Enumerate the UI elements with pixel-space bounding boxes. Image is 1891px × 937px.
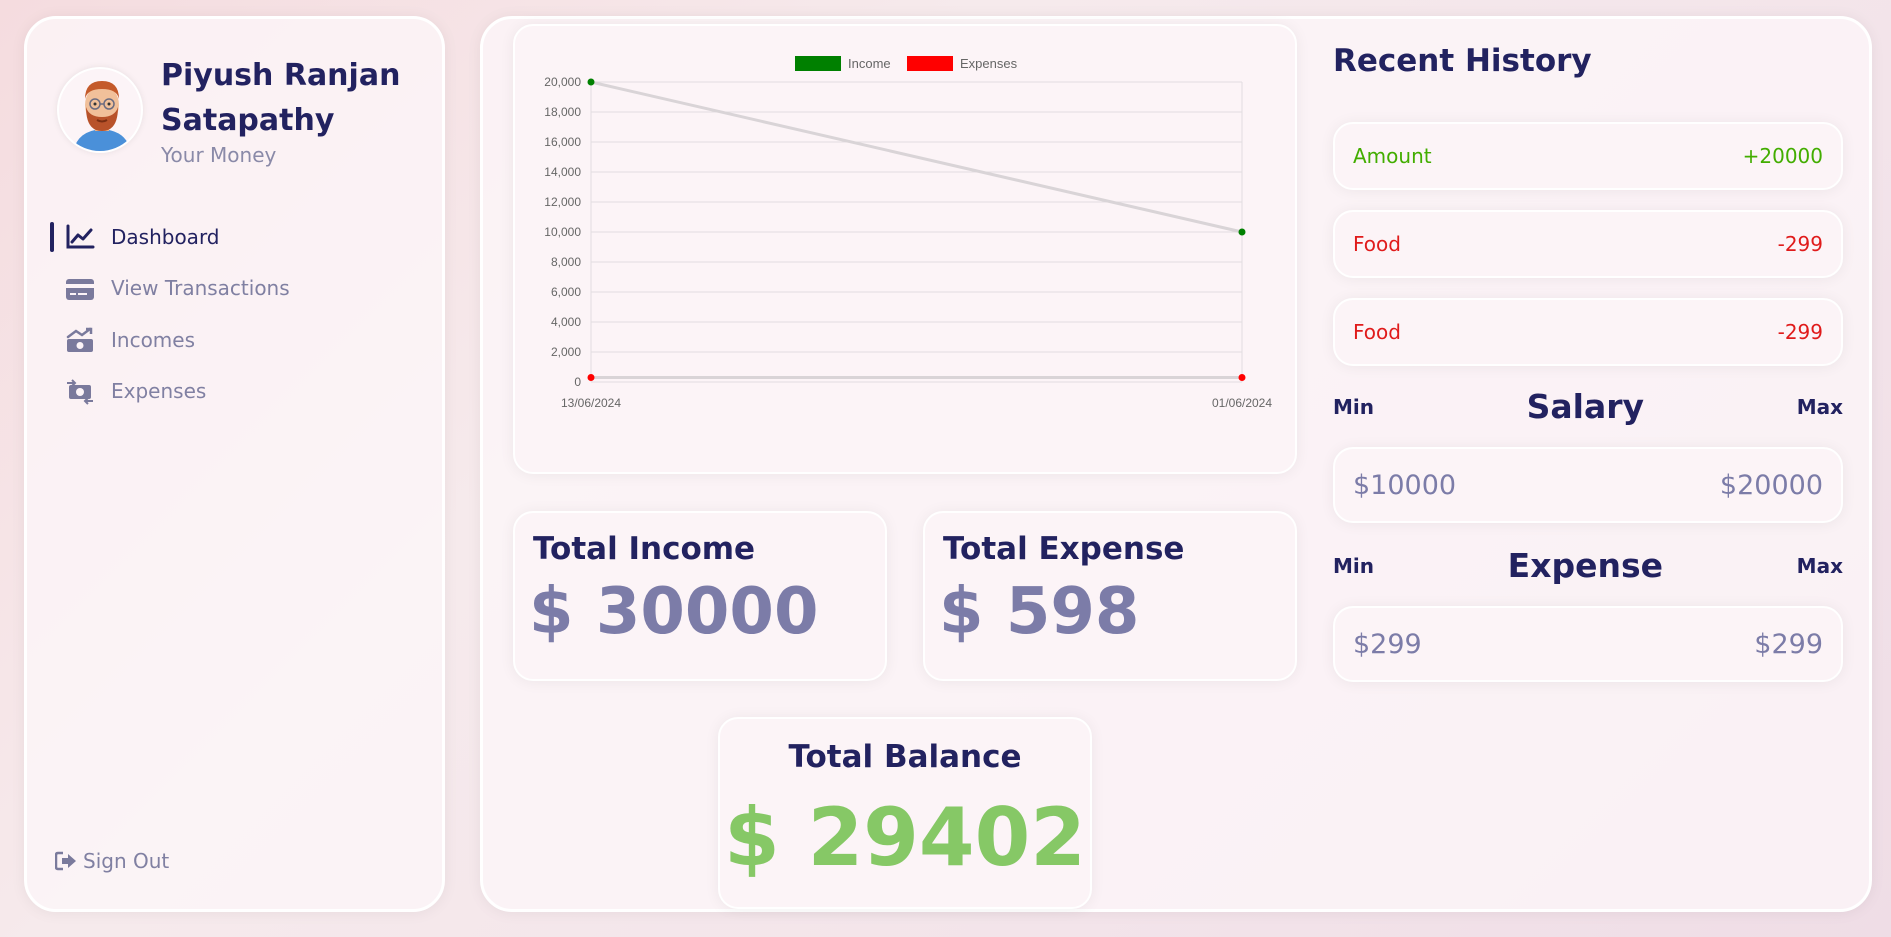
sign-out-button[interactable]: Sign Out — [55, 849, 169, 873]
chart-line-icon — [66, 224, 95, 249]
nav-item-label: Dashboard — [111, 224, 220, 249]
nav-item-label: View Transactions — [111, 276, 290, 301]
y-tick-label: 18,000 — [544, 105, 581, 119]
total-income-value: $ 30000 — [529, 575, 819, 649]
data-point — [1238, 374, 1246, 382]
y-tick-label: 8,000 — [551, 255, 581, 269]
salary-range-header: Min Salary Max — [1333, 387, 1843, 426]
y-tick-label: 16,000 — [544, 135, 581, 149]
money-trend-icon — [66, 327, 93, 352]
legend-swatch — [795, 56, 841, 71]
nav-item-dashboard[interactable]: Dashboard — [50, 211, 411, 263]
user-name: Piyush Ranjan Satapathy — [161, 58, 401, 138]
expense-max-value: $299 — [1754, 628, 1823, 660]
expense-max-label: Max — [1796, 553, 1843, 578]
nav-menu: Dashboard View Transactions Incomes Expe… — [50, 211, 411, 418]
chart-card: 0 2,000 4,000 6,000 8,000 10,000 12,000 14,000 1… — [513, 24, 1297, 474]
sign-out-label: Sign Out — [83, 849, 170, 873]
expense-range-header: Min Expense Max — [1333, 546, 1843, 585]
total-expense-card: Total Expense $ 598 — [923, 511, 1297, 681]
expense-min-label: Min — [1333, 553, 1374, 578]
data-point — [587, 374, 595, 382]
total-balance-value: $ 29402 — [724, 791, 1086, 884]
y-tick-label: 12,000 — [544, 195, 581, 209]
y-tick-label: 14,000 — [544, 165, 581, 179]
history-item: Food -299 — [1333, 298, 1843, 366]
legend-label: Expenses — [960, 56, 1018, 71]
total-expense-value: $ 598 — [939, 575, 1140, 649]
legend-label: Income — [848, 56, 891, 71]
history-item-amount: -299 — [1777, 232, 1823, 256]
recent-history-title: Recent History — [1333, 43, 1592, 79]
salary-max-value: $20000 — [1719, 469, 1823, 501]
total-balance-title: Total Balance — [788, 739, 1022, 775]
history-item-amount: +20000 — [1742, 144, 1823, 168]
user-subtitle: Your Money — [161, 143, 277, 167]
history-item-amount: -299 — [1777, 320, 1823, 344]
main-panel: 0 2,000 4,000 6,000 8,000 10,000 12,000 14,000 1… — [480, 16, 1872, 912]
y-tick-label: 2,000 — [551, 345, 581, 359]
history-item: Amount +20000 — [1333, 122, 1843, 190]
series-line — [590, 80, 1243, 234]
expense-range-title: Expense — [1507, 546, 1664, 585]
total-income-card: Total Income $ 30000 — [513, 511, 887, 681]
y-tick-label: 6,000 — [551, 285, 581, 299]
data-point — [587, 78, 595, 86]
x-tick-label: 01/06/2024 — [1212, 396, 1272, 410]
income-expense-chart: 0 2,000 4,000 6,000 8,000 10,000 12,000 14,000 1… — [544, 56, 1272, 410]
salary-min-label: Min — [1333, 394, 1374, 419]
sidebar: Piyush Ranjan Satapathy Your Money Dashb… — [24, 16, 445, 912]
x-tick-label: 13/06/2024 — [561, 396, 621, 410]
history-item-label: Amount — [1353, 144, 1432, 168]
nav-item-label: Expenses — [111, 379, 207, 404]
total-balance-card: Total Balance $ 29402 — [718, 717, 1092, 909]
data-point — [1238, 228, 1246, 236]
salary-max-label: Max — [1796, 394, 1843, 419]
total-income-title: Total Income — [533, 531, 756, 567]
avatar — [57, 67, 143, 153]
salary-title: Salary — [1526, 387, 1645, 426]
salary-range-box: $10000 $20000 — [1333, 447, 1843, 523]
nav-item-label: Incomes — [111, 327, 196, 352]
history-item-label: Food — [1353, 320, 1401, 344]
avatar-icon — [73, 81, 131, 151]
nav-item-expenses[interactable]: Expenses — [51, 366, 411, 418]
salary-min-value: $10000 — [1353, 469, 1457, 501]
expense-range-box: $299 $299 — [1333, 606, 1843, 682]
nav-item-incomes[interactable]: Incomes — [51, 314, 411, 366]
total-expense-title: Total Expense — [943, 531, 1185, 567]
y-tick-label: 0 — [574, 375, 581, 389]
credit-card-icon — [66, 278, 94, 300]
history-item: Food -299 — [1333, 210, 1843, 278]
legend-swatch — [907, 56, 953, 71]
y-tick-label: 4,000 — [551, 315, 581, 329]
expense-min-value: $299 — [1353, 628, 1422, 660]
sign-out-icon — [55, 851, 76, 871]
y-tick-label: 10,000 — [544, 225, 581, 239]
y-tick-label: 20,000 — [544, 75, 581, 89]
nav-item-view-transactions[interactable]: View Transactions — [51, 263, 411, 315]
history-item-label: Food — [1353, 232, 1401, 256]
money-exchange-icon — [67, 378, 93, 405]
